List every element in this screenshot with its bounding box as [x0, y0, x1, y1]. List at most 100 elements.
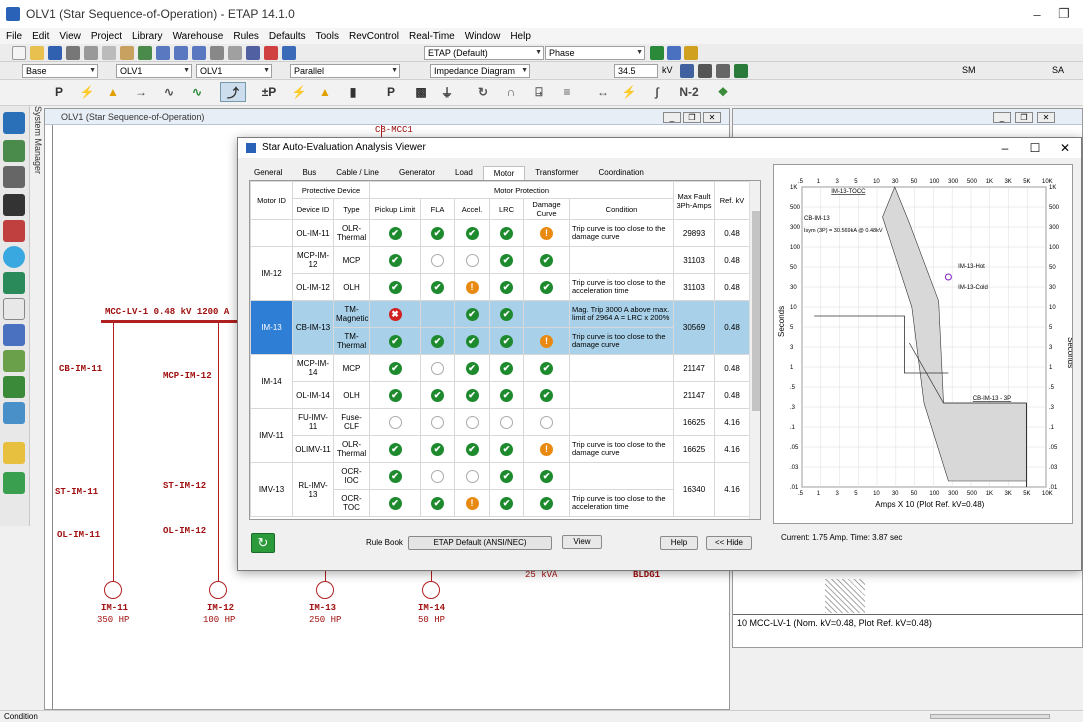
olv-restore-button[interactable]: ❐: [683, 112, 701, 123]
menu-project[interactable]: Project: [91, 31, 122, 42]
battery-icon[interactable]: ▮: [340, 82, 366, 102]
network-icon[interactable]: [3, 112, 25, 134]
database-icon[interactable]: [3, 220, 25, 242]
help-icon[interactable]: [282, 46, 296, 60]
ol-im12-label[interactable]: OL-IM-12: [163, 526, 206, 536]
tab-load[interactable]: Load: [445, 166, 483, 180]
tcc-plot[interactable]: .5 .5 1 1 3 3 5 5 10 10 30 30 50 50 100 100 300 300 500 500…: [773, 164, 1075, 524]
color-theme-icon[interactable]: [650, 46, 664, 60]
check-icon[interactable]: [228, 46, 242, 60]
leaf-icon[interactable]: ❖: [710, 82, 736, 102]
table-row[interactable]: IM-13 CB-IM-13 TM-Magnetic ✖ ✔ ✔ Mag. Trip 300…: [250, 300, 751, 355]
pan-icon[interactable]: [138, 46, 152, 60]
ground-icon[interactable]: [716, 64, 730, 78]
menu-window[interactable]: Window: [465, 31, 501, 42]
olv-minimize-button[interactable]: _: [663, 112, 681, 123]
trash-icon[interactable]: [3, 402, 25, 424]
compare-icon[interactable]: [734, 64, 748, 78]
dialog-close-button[interactable]: ✕: [1050, 138, 1080, 158]
menu-realtime[interactable]: Real-Time: [409, 31, 455, 42]
preset-dropdown[interactable]: ETAP (Default) ▼: [424, 46, 544, 60]
help-button[interactable]: Help: [660, 536, 698, 550]
st-im11-label[interactable]: ST-IM-11: [55, 487, 98, 497]
motor-im11-symbol[interactable]: [104, 581, 122, 599]
tcc-minimize-button[interactable]: _: [993, 112, 1011, 123]
motor-im14-symbol[interactable]: [422, 581, 440, 599]
tab-bus[interactable]: Bus: [292, 166, 326, 180]
menu-view[interactable]: View: [59, 31, 81, 42]
grid-icon[interactable]: [210, 46, 224, 60]
table-row[interactable]: IM-12 MCP-IM-12 MCP ✔ ✔ ✔ 31103 0.48: [250, 246, 751, 301]
refresh-icon[interactable]: ↻: [251, 533, 275, 553]
mcp-im12-label[interactable]: MCP-IM-12: [163, 371, 212, 381]
tcc-close-button[interactable]: ✕: [1037, 112, 1055, 123]
menu-tools[interactable]: Tools: [316, 31, 339, 42]
table-row[interactable]: OLIMV-11 OLR-Thermal ✔ ✔ ✔ ✔! Trip curve is to…: [251, 435, 751, 463]
hide-button[interactable]: << Hide: [706, 536, 752, 550]
ol-im11-label[interactable]: OL-IM-11: [57, 530, 100, 540]
motor-im13-symbol[interactable]: [316, 581, 334, 599]
table-row[interactable]: IMV-13 RL-IMV-13 OCR-IOC ✔ ✔ ✔ 16340 4.16: [250, 462, 751, 517]
olv-dropdown[interactable]: OLV1 ▼: [116, 64, 192, 78]
control-icon[interactable]: [3, 324, 25, 346]
opt-pf-icon[interactable]: ⚡: [286, 82, 312, 102]
harmonics-icon[interactable]: ∿: [156, 82, 182, 102]
study-dropdown[interactable]: Impedance Diagram ▼: [430, 64, 530, 78]
switch-icon[interactable]: ∫: [644, 82, 670, 102]
tcc-plot-svg[interactable]: .5 .5 1 1 3 3 5 5 10 10 30 30 50 50 100 100 300 300 500 500…: [774, 165, 1075, 523]
paste-icon[interactable]: [120, 46, 134, 60]
zoom-fit-icon[interactable]: [192, 46, 206, 60]
arc-flash-icon[interactable]: ▲: [100, 82, 126, 102]
table-row[interactable]: IM-14 MCP-IM-14 MCP ✔ ✔ ✔ ✔ 21147 0.48: [250, 354, 751, 409]
unbalance-icon[interactable]: ≡: [554, 82, 580, 102]
kv-input[interactable]: 34.5: [614, 64, 658, 78]
table-row[interactable]: OL-IM-14 OLH ✔ ✔ ✔ ✔ ✔ 21147 0.48: [251, 381, 751, 409]
magnet-icon[interactable]: ∩: [498, 82, 524, 102]
schematic-icon[interactable]: [698, 64, 712, 78]
phase-dropdown[interactable]: Phase ▼: [545, 46, 645, 60]
dots-icon[interactable]: [3, 472, 25, 494]
motor-im12-symbol[interactable]: [209, 581, 227, 599]
cb-im11-label[interactable]: CB-IM-11: [59, 364, 102, 374]
cable-icon[interactable]: P: [378, 82, 404, 102]
tcc-restore-button[interactable]: ❐: [1015, 112, 1033, 123]
panel-icon[interactable]: [3, 350, 25, 372]
open-icon[interactable]: [30, 46, 44, 60]
grounding-icon[interactable]: ▩: [408, 82, 434, 102]
star-tcc-icon[interactable]: ⤴: [220, 82, 246, 102]
menu-library[interactable]: Library: [132, 31, 163, 42]
tab-cable-line[interactable]: Cable / Line: [326, 166, 389, 180]
text-icon[interactable]: [264, 46, 278, 60]
zoom-in-icon[interactable]: [156, 46, 170, 60]
cb-duty-icon[interactable]: ↔: [590, 82, 616, 102]
menu-warehouse[interactable]: Warehouse: [173, 31, 224, 42]
system-manager-label[interactable]: System Manager: [31, 106, 43, 206]
short-circuit-icon[interactable]: ⚡: [74, 82, 100, 102]
zoom-slider[interactable]: [930, 714, 1050, 719]
contingency-icon[interactable]: ⚡: [616, 82, 642, 102]
tab-coordination[interactable]: Coordination: [589, 166, 654, 180]
globe-icon[interactable]: [3, 246, 25, 268]
olv2-dropdown[interactable]: OLV1 ▼: [196, 64, 272, 78]
menu-rules[interactable]: Rules: [233, 31, 259, 42]
cut-icon[interactable]: [84, 46, 98, 60]
menu-defaults[interactable]: Defaults: [269, 31, 306, 42]
pencil-icon[interactable]: [667, 46, 681, 60]
parallel-dropdown[interactable]: Parallel ▼: [290, 64, 400, 78]
table-row[interactable]: OL-IM-11 OLR-Thermal ✔ ✔ ✔ ✔! Trip curve is to…: [250, 219, 751, 247]
menu-edit[interactable]: Edit: [32, 31, 49, 42]
sequence-icon[interactable]: ↻: [470, 82, 496, 102]
dc-icon[interactable]: ⍈: [526, 82, 552, 102]
tab-generator[interactable]: Generator: [389, 166, 445, 180]
n2-icon[interactable]: N-2: [672, 82, 706, 102]
transient-icon[interactable]: ∿: [184, 82, 210, 102]
tree-icon[interactable]: [3, 442, 25, 464]
generator-icon[interactable]: [3, 166, 25, 188]
grid-scrollbar[interactable]: [749, 181, 760, 519]
print-icon[interactable]: [66, 46, 80, 60]
save-icon[interactable]: [48, 46, 62, 60]
power-flow-icon[interactable]: P: [46, 82, 72, 102]
ladder-icon[interactable]: [3, 298, 25, 320]
view-button[interactable]: View: [562, 535, 602, 549]
link-icon[interactable]: [246, 46, 260, 60]
